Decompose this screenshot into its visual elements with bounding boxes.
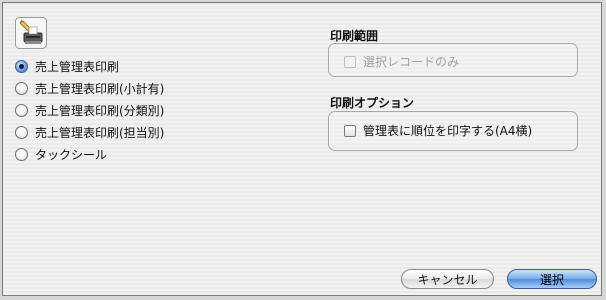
radio-label: 売上管理表印刷 <box>35 59 120 74</box>
radio-label: 売上管理表印刷(分類別) <box>35 103 165 118</box>
cancel-button[interactable]: キャンセル <box>401 269 494 289</box>
radio-button[interactable] <box>15 59 28 73</box>
radio-button[interactable] <box>15 103 28 117</box>
select-button-label: 選択 <box>539 272 564 287</box>
radio-button[interactable] <box>15 81 28 95</box>
select-button[interactable]: 選択 <box>507 269 597 289</box>
radio-label: タックシール <box>35 147 108 162</box>
cancel-button-label: キャンセル <box>417 272 478 287</box>
print-dialog: 売上管理表印刷 売上管理表印刷(小計有) 売上管理表印刷(分類別) 売上管理表印… <box>2 2 602 296</box>
radio-option-sales-report-subtotal[interactable]: 売上管理表印刷(小計有) <box>15 77 164 99</box>
selected-records-only-checkbox <box>344 55 356 68</box>
radio-option-sales-report-by-staff[interactable]: 売上管理表印刷(担当別) <box>15 121 164 143</box>
selected-records-only-checkbox-row: 選択レコードのみ <box>344 53 459 70</box>
printer-icon <box>15 17 47 49</box>
print-options-title: 印刷オプション <box>330 96 415 110</box>
radio-option-sales-report[interactable]: 売上管理表印刷 <box>15 55 164 77</box>
print-rank-checkbox-row[interactable]: 管理表に順位を印字する(A4横) <box>344 122 532 139</box>
print-range-title: 印刷範囲 <box>330 29 379 43</box>
selected-records-only-label: 選択レコードのみ <box>363 55 460 69</box>
radio-label: 売上管理表印刷(小計有) <box>35 81 165 96</box>
radio-button[interactable] <box>15 147 28 161</box>
radio-option-tack-seal[interactable]: タックシール <box>15 143 164 165</box>
print-rank-checkbox[interactable] <box>344 124 356 137</box>
radio-button[interactable] <box>15 125 28 139</box>
radio-option-sales-report-by-category[interactable]: 売上管理表印刷(分類別) <box>15 99 164 121</box>
print-rank-label: 管理表に順位を印字する(A4横) <box>363 124 533 138</box>
print-type-radio-group: 売上管理表印刷 売上管理表印刷(小計有) 売上管理表印刷(分類別) 売上管理表印… <box>15 55 164 165</box>
radio-label: 売上管理表印刷(担当別) <box>35 125 165 140</box>
